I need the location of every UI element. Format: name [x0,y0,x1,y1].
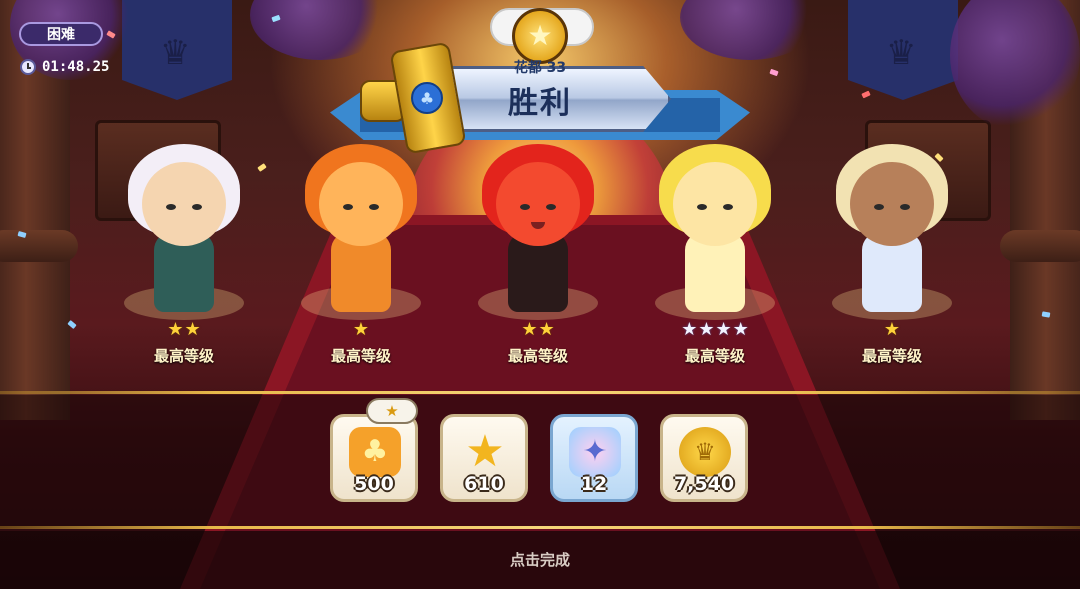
cookie-golden-flower [645,120,785,320]
confetti [769,68,779,77]
wisteria-leaves [250,0,390,60]
confetti [257,163,267,172]
wisteria-leaves [680,0,820,60]
confetti [861,90,871,99]
reward-value: 12 [580,473,608,495]
crown-icon: ♛ [886,33,917,73]
star-icon: ★ [167,319,184,340]
cookie-moonlight [822,120,962,320]
clock-icon [20,59,36,75]
crown-banner-right: ♛ [848,0,958,100]
timer-value: 01:48.25 [42,59,110,75]
divider-top [0,391,1080,394]
star-icon: ★ [352,319,370,340]
reward-panel [0,395,1080,528]
cookie-red-pepper [468,120,608,320]
cookie-white-lily [114,120,254,320]
stage-timer: 01:48.25 [20,57,109,77]
crown-star-icon: ★ [465,426,505,477]
difficulty-badge: 困难 [19,22,103,46]
pillar-cap [1000,230,1080,262]
cookie-level-label: 最高等级 [507,347,568,365]
cookie-level-label: 最高等级 [861,347,922,365]
star-icon: ★ [184,319,201,340]
jelly-bag-icon: ✦ [569,427,621,477]
battle-result-screen[interactable]: ♛ ♛ 困难 01:48.25 ★ ♣ 花都 33 胜利 ★ ★ ★ ★ ★ ★… [0,0,1080,589]
reward-jelly-bag[interactable]: ✦ 12 [550,414,638,502]
cookie-stars: ★ [832,320,952,340]
cookie-fire-spirit [291,120,431,320]
tap-to-finish[interactable]: 点击完成 [480,549,600,570]
reward-crown-star[interactable]: ★ 610 [440,414,528,502]
star-icon: ★ [681,319,698,340]
reward-value: 610 [464,473,504,495]
reward-star-jelly[interactable]: ♣ 500 [330,414,418,502]
cookie-stars: ★ ★ ★ ★ [655,320,775,340]
cookie-level-label: 最高等级 [330,347,391,365]
divider-bottom [0,526,1080,529]
reward-gold-coin[interactable]: ♛ 7,540 [660,414,748,502]
star-icon: ★ [732,319,749,340]
gold-coin-icon: ♛ [679,427,731,477]
star-icon: ★ [521,319,538,340]
star-icon: ★ [883,319,901,340]
star-icon: ★ [538,319,555,340]
clover-gem-icon: ♣ [411,82,443,114]
cookie-level-label: 最高等级 [684,347,745,365]
pillar-cap [0,230,78,262]
bonus-star-icon: ★ [366,398,418,424]
star-icon: ★ [698,319,715,340]
reward-value: 500 [354,473,394,495]
victory-title: 胜利 [508,86,572,121]
crown-icon: ♛ [160,33,191,73]
star-medal-icon: ★ [512,8,568,64]
cookie-stars: ★ ★ [478,320,598,340]
cookie-stars: ★ [301,320,421,340]
reward-value: 7,540 [673,473,735,495]
star-jelly-icon: ♣ [349,427,401,477]
cookie-stars: ★ ★ [124,320,244,340]
star-icon: ★ [715,319,732,340]
crown-banner-left: ♛ [122,0,232,100]
cookie-level-label: 最高等级 [153,347,214,365]
stage-name: 花都 33 [513,60,567,76]
